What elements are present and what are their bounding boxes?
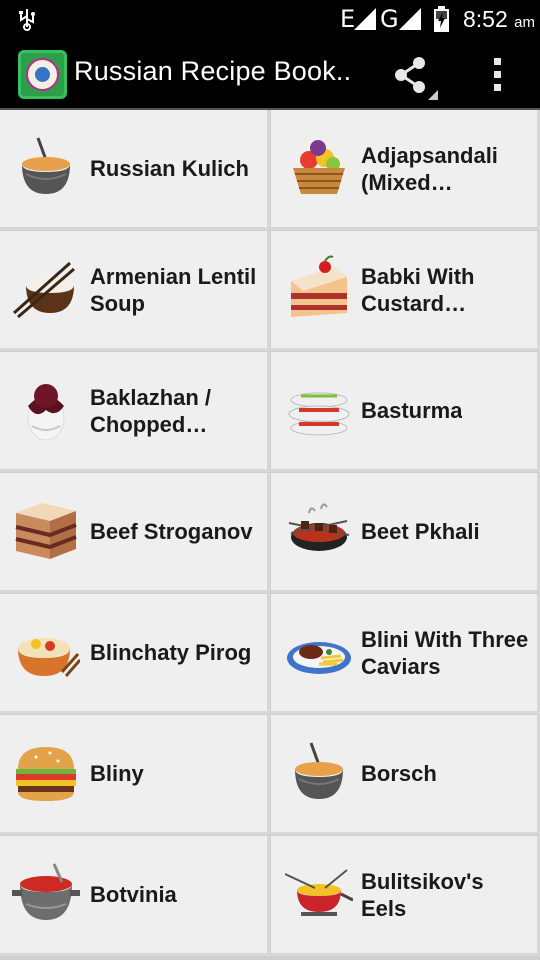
recipe-tile[interactable]: Baklazhan / Chopped… <box>0 352 270 472</box>
noodle-bowl-icon <box>12 618 80 686</box>
app-bar: Russian Recipe Book.. <box>0 38 540 110</box>
chocolate-egg-icon <box>12 376 80 444</box>
recipe-tile[interactable]: Basturma <box>271 352 540 472</box>
recipe-title: Bliny <box>90 715 261 832</box>
recipe-title-text: Adjapsandali (Mixed… <box>361 142 498 195</box>
recipe-title: Armenian Lentil Soup <box>90 231 261 348</box>
fruit-basket-icon <box>285 134 353 202</box>
soup-pot-icon <box>285 739 353 807</box>
network-type-g: G <box>380 5 399 33</box>
network-type-e: E <box>340 5 356 33</box>
recipe-title-text: Blinchaty Pirog <box>90 640 252 665</box>
recipe-title-text: Blini With Three Caviars <box>361 626 529 679</box>
recipe-tile[interactable]: Russian Kulich <box>0 110 270 230</box>
share-icon[interactable] <box>390 54 440 100</box>
recipe-tile[interactable]: Bliny <box>0 715 270 835</box>
recipe-title-text: Bliny <box>90 761 144 786</box>
recipe-title: Borsch <box>361 715 531 832</box>
recipe-title-text: Beef Stroganov <box>90 519 253 544</box>
recipe-title-text: Babki With Custard Filling… <box>361 263 475 316</box>
recipe-title-text: Botvinia <box>90 882 177 907</box>
recipe-title-text: Borsch <box>361 761 437 786</box>
recipe-title-text: Bulitsikov's Eels <box>361 868 484 921</box>
app-logo-icon <box>18 50 67 99</box>
app-title: Russian Recipe Book.. <box>74 56 352 86</box>
recipe-grid: Russian Kulich Adjapsandali (Mixed… Armeni… <box>0 110 540 960</box>
usb-icon <box>19 9 35 31</box>
recipe-title: Baklazhan / Chopped… <box>90 352 261 469</box>
recipe-tile[interactable]: Blinchaty Pirog <box>0 594 270 714</box>
burger-icon <box>12 739 80 807</box>
rice-bowl-chopsticks-icon <box>12 255 80 323</box>
recipe-tile[interactable]: Borsch <box>271 715 540 835</box>
signal-strength-icon-2 <box>399 8 421 30</box>
recipe-title: Bulitsikov's Eels <box>361 836 531 953</box>
clock: 8:52 am <box>463 6 535 33</box>
recipe-tile[interactable]: Babki With Custard Filling… <box>271 231 540 351</box>
recipe-title: Blinchaty Pirog <box>90 594 261 711</box>
fondue-pot-icon <box>285 860 353 928</box>
grill-skewers-icon <box>285 497 353 565</box>
clock-ampm: am <box>514 14 535 31</box>
recipe-tile[interactable]: Botvinia <box>0 836 270 956</box>
recipe-tile[interactable]: Armenian Lentil Soup <box>0 231 270 351</box>
recipe-title: Blini With Three Caviars <box>361 594 531 711</box>
layer-cake-icon <box>12 497 80 565</box>
layered-platter-icon <box>285 376 353 444</box>
recipe-tile[interactable]: Beet Pkhali <box>271 473 540 593</box>
recipe-title-text: Russian Kulich <box>90 156 249 181</box>
recipe-title-text: Baklazhan / Chopped… <box>90 384 212 437</box>
status-bar: E G 8:52 am <box>0 0 540 38</box>
cake-slice-icon <box>285 255 353 323</box>
soup-cauldron-icon <box>12 860 80 928</box>
recipe-title: Babki With Custard Filling… <box>361 231 531 348</box>
recipe-title-text: Basturma <box>361 398 463 423</box>
recipe-title: Basturma <box>361 352 531 469</box>
soup-pot-icon <box>12 134 80 202</box>
recipe-title: Russian Kulich <box>90 110 261 227</box>
recipe-title-text: Armenian Lentil Soup <box>90 263 257 316</box>
recipe-title-text: Beet Pkhali <box>361 519 480 544</box>
recipe-title: Beet Pkhali <box>361 473 531 590</box>
recipe-tile[interactable]: Bulitsikov's Eels <box>271 836 540 956</box>
recipe-tile[interactable]: Blini With Three Caviars <box>271 594 540 714</box>
signal-strength-icon <box>354 8 376 30</box>
recipe-title: Botvinia <box>90 836 261 953</box>
recipe-title: Adjapsandali (Mixed… <box>361 110 531 227</box>
overflow-menu-icon[interactable] <box>482 54 514 96</box>
recipe-tile[interactable]: Beef Stroganov <box>0 473 270 593</box>
clock-time: 8:52 <box>463 6 508 32</box>
recipe-tile[interactable]: Adjapsandali (Mixed… <box>271 110 540 230</box>
recipe-title: Beef Stroganov <box>90 473 261 590</box>
steak-plate-icon <box>285 618 353 686</box>
battery-charging-icon <box>434 6 449 32</box>
